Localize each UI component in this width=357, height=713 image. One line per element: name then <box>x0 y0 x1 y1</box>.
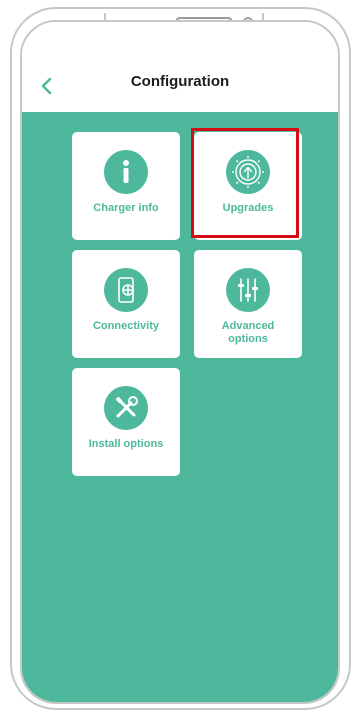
tile-charger-info[interactable]: Charger info <box>72 132 180 240</box>
tile-advanced-options[interactable]: Advanced options <box>194 250 302 358</box>
info-icon <box>104 150 148 194</box>
tile-label: Upgrades <box>222 202 274 214</box>
tools-icon <box>104 386 148 430</box>
phone-network-icon <box>104 268 148 312</box>
app-screen: Configuration Charger info Upgrades Conn… <box>20 20 340 704</box>
tile-label: Install options <box>88 438 164 450</box>
tile-upgrades[interactable]: Upgrades <box>194 132 302 240</box>
tile-install-options[interactable]: Install options <box>72 368 180 476</box>
tile-label: Advanced options <box>221 320 275 345</box>
tile-label: Charger info <box>93 202 159 214</box>
upgrade-gear-icon <box>226 150 270 194</box>
tile-label: Connectivity <box>92 320 159 332</box>
page-title: Configuration <box>130 73 230 90</box>
top-bar: Configuration <box>22 22 338 112</box>
tile-connectivity[interactable]: Connectivity <box>72 250 180 358</box>
configuration-grid: Charger info Upgrades Connectivity Advan… <box>22 112 338 702</box>
sliders-icon <box>226 268 270 312</box>
